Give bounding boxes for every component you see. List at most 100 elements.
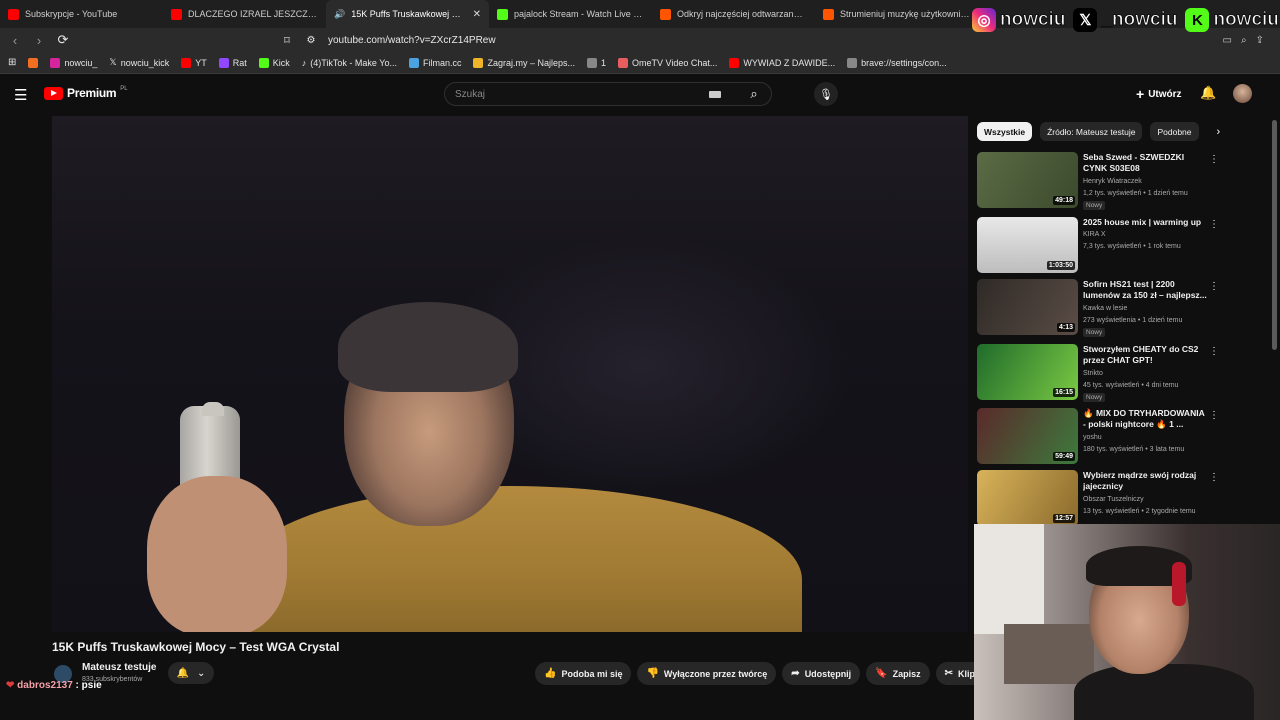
bookmark-item[interactable]: OmeTV Video Chat...: [618, 57, 717, 68]
browser-tab[interactable]: Odkryj najczęściej odtwarzane utwor: [652, 0, 815, 28]
more-options-icon[interactable]: ⋮: [1209, 281, 1219, 292]
recommendation-channel[interactable]: Obszar Tuszelniczy: [1083, 496, 1144, 503]
keyboard-icon[interactable]: [709, 90, 721, 98]
globe-icon: [587, 57, 598, 68]
chip-similar[interactable]: Podobne: [1150, 122, 1199, 141]
kick-icon: [258, 57, 269, 68]
recommendation-item[interactable]: 4:13 Sofirn HS21 test | 2200 lumenów za …: [977, 279, 1219, 337]
bookmark-item[interactable]: ♪ (4)TikTok - Make Yo...: [302, 58, 397, 68]
recommendation-title[interactable]: Sofirn HS21 test | 2200 lumenów za 150 z…: [1083, 279, 1208, 301]
recommendation-item[interactable]: 59:49 🔥 MIX DO TRYHARDOWANIA - polski ni…: [977, 408, 1219, 466]
bookmark-item[interactable]: WYWIAD Z DAWIDE...: [729, 57, 835, 68]
recommendation-item[interactable]: 16:15 Stworzyłem CHEATY do CS2 przez CHA…: [977, 344, 1219, 402]
back-icon[interactable]: ‹: [8, 33, 22, 48]
heart-icon: ❤: [6, 680, 15, 691]
avatar[interactable]: [1233, 84, 1252, 103]
apps-icon[interactable]: ⊞: [8, 57, 16, 68]
filter-chips: Wszystkie Źródło: Mateusz testuje Podobn…: [977, 122, 1220, 141]
recommendation-title[interactable]: Wybierz mądrze swój rodzaj jajecznicy: [1083, 470, 1208, 492]
recommendation-channel[interactable]: Henryk Wiatraczek: [1083, 178, 1142, 185]
channel-name[interactable]: Mateusz testuje: [82, 662, 156, 673]
save-button[interactable]: 🔖 Zapisz: [866, 662, 930, 685]
recommendation-title[interactable]: Stworzyłem CHEATY do CS2 przez CHAT GPT!: [1083, 344, 1208, 366]
recommendation-channel[interactable]: KIRA X: [1083, 231, 1106, 238]
video-thumbnail[interactable]: 12:57: [977, 470, 1078, 526]
more-options-icon[interactable]: ⋮: [1209, 346, 1219, 357]
thumbs-down-icon: 👎: [646, 668, 659, 679]
create-button[interactable]: + Utwórz: [1136, 86, 1182, 102]
close-icon[interactable]: ✕: [473, 9, 481, 20]
bookmark-item[interactable]: YT: [181, 57, 207, 68]
chevron-right-icon[interactable]: ›: [1217, 126, 1221, 138]
bookmark-item[interactable]: Filman.cc: [408, 57, 461, 68]
bookmark-item[interactable]: Kick: [258, 57, 290, 68]
share-icon[interactable]: ⇪: [1256, 35, 1264, 46]
bookmark-item[interactable]: 1: [587, 57, 606, 68]
recommendation-channel[interactable]: Strikto: [1083, 370, 1103, 377]
reload-icon[interactable]: ⟳: [56, 32, 70, 48]
browser-tab[interactable]: Subskrypcje - YouTube: [0, 0, 163, 28]
recommendation-meta: 1,2 tys. wyświetleń • 1 dzień temu: [1083, 190, 1188, 197]
search-input[interactable]: Szukaj: [455, 89, 709, 100]
browser-tab[interactable]: Strumieniuj muzykę użytkownika SF: [815, 0, 978, 28]
chat-username: dabros2137: [17, 680, 73, 691]
recommendation-item[interactable]: 1:03:50 2025 house mix | warming up KIRA…: [977, 217, 1219, 275]
x-icon: 𝕏: [1073, 8, 1098, 32]
share-button[interactable]: ➦ Udostępnij: [782, 662, 861, 685]
url-field[interactable]: youtube.com/watch?v=ZXcrZ14PRew: [328, 35, 496, 46]
bookmark-item[interactable]: [28, 57, 39, 68]
youtube-favicon-icon: [8, 8, 19, 20]
more-options-icon[interactable]: ⋮: [1209, 410, 1219, 421]
browser-tab[interactable]: DLACZEGO IZRAEL JESZCZE ISTNIEJE: [163, 0, 326, 28]
recommendation-item[interactable]: 49:18 Seba Szwed - SZWEDZKI CYNK S03E08 …: [977, 152, 1219, 210]
more-options-icon[interactable]: ⋮: [1209, 472, 1219, 483]
bookmark-icon[interactable]: ⌑: [280, 34, 294, 47]
recommendation-channel[interactable]: Kawka w lesie: [1083, 305, 1127, 312]
duration-badge: 59:49: [1053, 452, 1075, 461]
site-info-icon[interactable]: ⚙: [304, 35, 318, 46]
video-thumbnail[interactable]: 16:15: [977, 344, 1078, 400]
bookmark-item[interactable]: 𝕏nowciu_kick: [109, 57, 169, 68]
youtube-premium-logo[interactable]: Premium PL: [44, 86, 128, 100]
bookmark-item[interactable]: Rat: [218, 57, 247, 68]
like-button[interactable]: 👍 Podoba mi się: [535, 662, 632, 685]
more-options-icon[interactable]: ⋮: [1209, 219, 1219, 230]
browser-tab-active[interactable]: 🔊 15K Puffs Truskawkowej Moc ✕: [326, 0, 489, 28]
search-icon[interactable]: ⌕: [737, 83, 771, 105]
cast-icon[interactable]: ▭: [1223, 35, 1232, 46]
bookmark-label: Zagraj.my – Najleps...: [487, 57, 576, 68]
recommendation-title[interactable]: 2025 house mix | warming up: [1083, 217, 1208, 228]
bookmark-item[interactable]: nowciu_: [50, 57, 97, 68]
duration-badge: 12:57: [1053, 514, 1075, 523]
recommendation-item[interactable]: 12:57 Wybierz mądrze swój rodzaj jajeczn…: [977, 470, 1219, 528]
video-thumbnail[interactable]: 1:03:50: [977, 217, 1078, 273]
video-person-hoodie: [242, 486, 802, 632]
video-thumbnail[interactable]: 59:49: [977, 408, 1078, 464]
forward-icon[interactable]: ›: [32, 33, 46, 48]
recommendation-title[interactable]: 🔥 MIX DO TRYHARDOWANIA - polski nightcor…: [1083, 408, 1208, 430]
social-overlay: ◎ nowciu 𝕏 _nowciu K nowciu: [972, 6, 1280, 34]
bookmark-item[interactable]: Zagraj.my – Najleps...: [473, 57, 576, 68]
chip-source[interactable]: Źródło: Mateusz testuje: [1040, 122, 1143, 141]
zoom-icon[interactable]: ⌕: [1241, 35, 1247, 46]
duration-badge: 49:18: [1053, 196, 1075, 205]
browser-tab[interactable]: pajalock Stream - Watch Live on Kick: [489, 0, 652, 28]
video-thumbnail[interactable]: 4:13: [977, 279, 1078, 335]
video-player[interactable]: [52, 116, 968, 632]
subscription-bell-button[interactable]: 🔔 ⌄: [168, 662, 214, 684]
recommendation-channel[interactable]: yoshu: [1083, 434, 1102, 441]
scrollbar[interactable]: [1272, 120, 1277, 350]
chip-all[interactable]: Wszystkie: [977, 122, 1033, 141]
video-person-hair: [338, 302, 518, 392]
microphone-icon[interactable]: 🎙: [814, 82, 838, 106]
more-options-icon[interactable]: ⋮: [1209, 154, 1219, 165]
video-thumbnail[interactable]: 49:18: [977, 152, 1078, 208]
search-box[interactable]: Szukaj ⌕: [444, 82, 772, 106]
menu-icon[interactable]: ☰: [14, 86, 27, 104]
recommendation-title[interactable]: Seba Szwed - SZWEDZKI CYNK S03E08: [1083, 152, 1208, 174]
notifications-icon[interactable]: 🔔: [1200, 85, 1216, 101]
clip-label: Klip: [958, 668, 976, 679]
dislike-button[interactable]: 👎 Wyłączone przez twórcę: [637, 662, 777, 685]
bookmark-item[interactable]: brave://settings/con...: [847, 57, 947, 68]
bell-icon: 🔔: [176, 667, 190, 679]
